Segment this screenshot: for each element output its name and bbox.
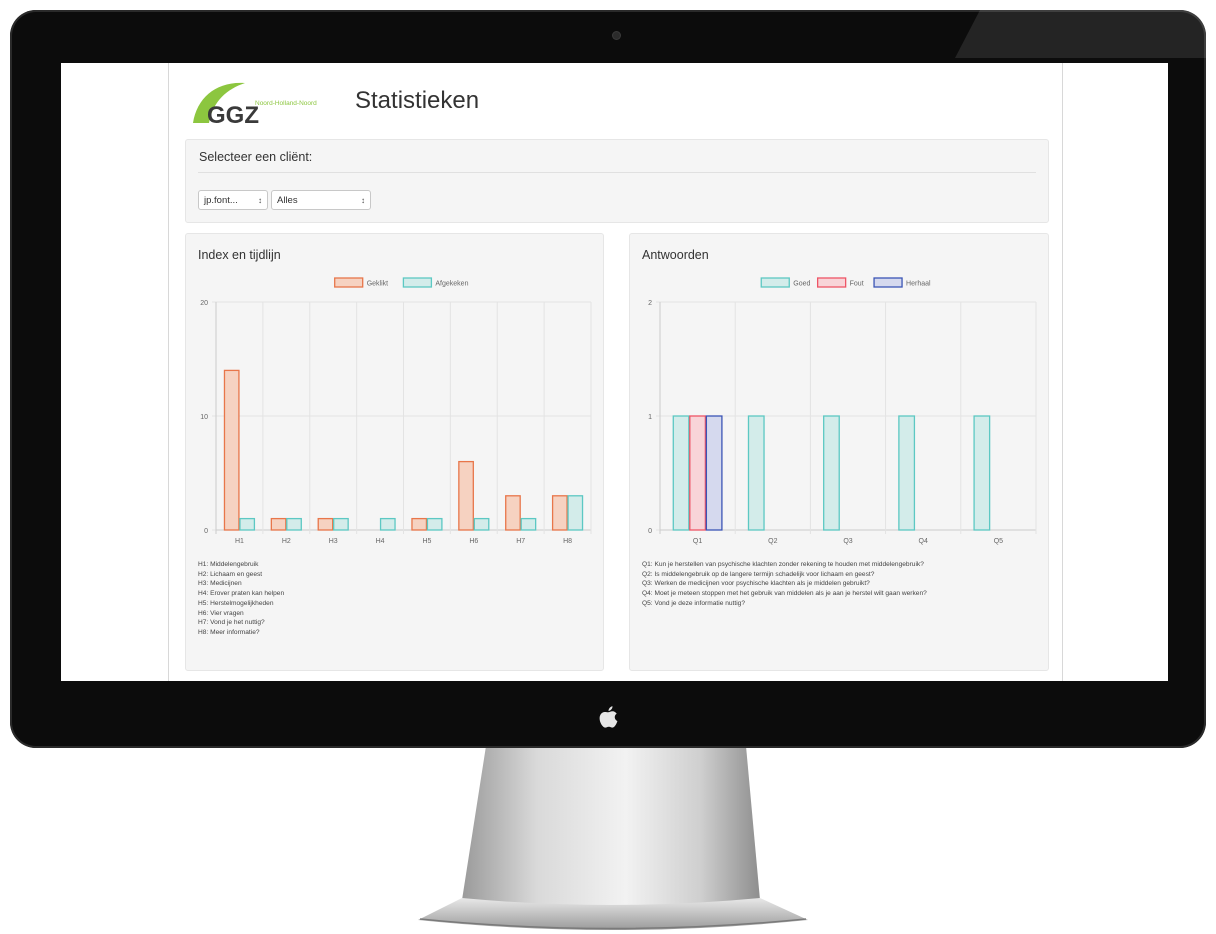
client-select-panel: Selecteer een cliënt: jp.font... ↕ Alles… <box>185 139 1049 223</box>
answers-title: Antwoorden <box>642 248 709 262</box>
divider <box>198 172 1036 173</box>
x-tick-label: Q4 <box>919 538 928 545</box>
legend-swatch <box>760 277 790 288</box>
y-tick-label: 1 <box>648 414 652 421</box>
legend-label: Goed <box>793 281 810 288</box>
index-timeline-title: Index en tijdlijn <box>198 248 281 262</box>
bar-geklikt <box>458 460 474 531</box>
note-item: H8: Meer informatie? <box>198 628 260 636</box>
x-tick-label: H8 <box>563 538 572 545</box>
apple-logo-icon <box>599 706 618 728</box>
note-item: H4: Erover praten kan helpen <box>198 590 285 598</box>
x-tick-label: H7 <box>516 538 525 545</box>
note-item: H6: Vier vragen <box>198 609 244 617</box>
y-tick-label: 0 <box>648 528 652 535</box>
client-dropdown-value: jp.font... <box>204 195 238 206</box>
answers-panel: Antwoorden 0 1 2 Q1 Q2 Q3 Q4 Q5 Goed Fout Herhaal … <box>629 233 1049 671</box>
select-arrows-icon: ↕ <box>258 196 262 205</box>
bar-afgekeken <box>239 517 256 531</box>
x-tick-label: Q2 <box>768 538 777 545</box>
logo-subtitle: Noord-Holland-Noord <box>255 100 317 107</box>
x-tick-label: H3 <box>329 538 338 545</box>
answers-legend-notes: Q1: Kun je herstellen van psychische kla… <box>642 560 927 609</box>
bar-geklikt <box>411 517 428 531</box>
bar-fout <box>689 415 707 531</box>
x-tick-label: H5 <box>422 538 431 545</box>
bar-geklikt <box>317 517 334 531</box>
legend-label: Geklikt <box>367 281 388 288</box>
note-item: H5: Herstelmogelijkheden <box>198 599 274 607</box>
bar-afgekeken <box>520 517 537 531</box>
answers-chart: 0 1 2 Q1 Q2 Q3 Q4 Q5 Goed Fout Herhaal <box>648 277 1037 545</box>
legend-swatch <box>816 277 847 288</box>
page-gutter-right <box>1062 63 1063 681</box>
bar-afgekeken <box>473 517 490 531</box>
client-select-title: Selecteer een cliënt: <box>199 150 313 164</box>
header: GGZ Noord-Holland-Noord Statistieken <box>169 63 1062 137</box>
page-title: Statistieken <box>355 87 480 114</box>
page-content: GGZ Noord-Holland-Noord Statistieken Sel… <box>169 63 1062 681</box>
screen: GGZ Noord-Holland-Noord Statistieken Sel… <box>61 63 1168 681</box>
bar-geklikt <box>551 495 568 531</box>
y-tick-label: 20 <box>200 300 208 307</box>
note-item: H3: Medicijnen <box>198 580 242 588</box>
bar-afgekeken <box>379 517 396 531</box>
note-item: Q2: Is middelengebruik op de langere ter… <box>642 570 875 578</box>
x-tick-label: H1 <box>235 538 244 545</box>
bar-geklikt <box>270 517 287 531</box>
bar-afgekeken <box>333 517 349 531</box>
legend-swatch <box>873 277 903 288</box>
x-tick-label: H6 <box>469 538 478 545</box>
filter-dropdown-value: Alles <box>277 195 298 206</box>
client-dropdown[interactable]: jp.font... ↕ <box>198 190 268 210</box>
bar-goed <box>672 415 690 531</box>
index-legend-notes: H1: Middelengebruik H2: Lichaam en geest H… <box>198 560 284 638</box>
x-tick-label: Q1 <box>693 538 702 545</box>
x-tick-label: H2 <box>282 538 291 545</box>
bar-geklikt <box>223 369 240 531</box>
bar-afgekeken <box>286 517 302 531</box>
bar-goed <box>973 415 991 531</box>
legend-label: Fout <box>850 281 864 288</box>
note-item: H2: Lichaam en geest <box>198 570 263 578</box>
y-tick-label: 10 <box>200 414 208 421</box>
bar-goed <box>747 415 765 531</box>
note-item: H7: Vond je het nuttig? <box>198 619 265 627</box>
note-item: Q3: Werken de medicijnen voor psychische… <box>642 580 870 588</box>
x-tick-label: Q5 <box>994 538 1003 545</box>
index-timeline-chart: 0 10 20 H1 H2 H3 H4 H5 H6 H7 H8 Geklikt Afgekeken <box>200 277 592 545</box>
logo-text: GGZ <box>207 102 259 129</box>
select-arrows-icon: ↕ <box>361 196 365 205</box>
x-tick-label: Q3 <box>843 538 852 545</box>
note-item: H1: Middelengebruik <box>198 561 259 568</box>
legend-label: Afgekeken <box>435 281 468 288</box>
bar-goed <box>898 415 916 531</box>
note-item: Q4: Moet je meteen stoppen met het gebru… <box>642 590 927 598</box>
legend-label: Herhaal <box>906 281 931 288</box>
y-tick-label: 0 <box>204 528 208 535</box>
x-tick-label: H4 <box>376 538 385 545</box>
bar-goed <box>823 415 840 531</box>
camera-icon <box>613 32 620 39</box>
bar-geklikt <box>505 495 521 531</box>
legend-swatch <box>402 277 433 288</box>
note-item: Q5: Vond je deze informatie nuttig? <box>642 599 746 607</box>
bar-herhaal <box>705 415 723 531</box>
legend-swatch <box>334 277 364 288</box>
y-tick-label: 2 <box>648 300 652 307</box>
note-item: Q1: Kun je herstellen van psychische kla… <box>642 561 924 568</box>
bar-afgekeken <box>567 495 584 531</box>
bar-afgekeken <box>426 517 443 531</box>
ggz-logo: GGZ Noord-Holland-Noord <box>193 82 317 129</box>
filter-dropdown[interactable]: Alles ↕ <box>271 190 371 210</box>
index-timeline-panel: Index en tijdlijn 0 10 20 H1 H2 H3 H4 H5 H6 H7 H8 G… <box>185 233 604 671</box>
